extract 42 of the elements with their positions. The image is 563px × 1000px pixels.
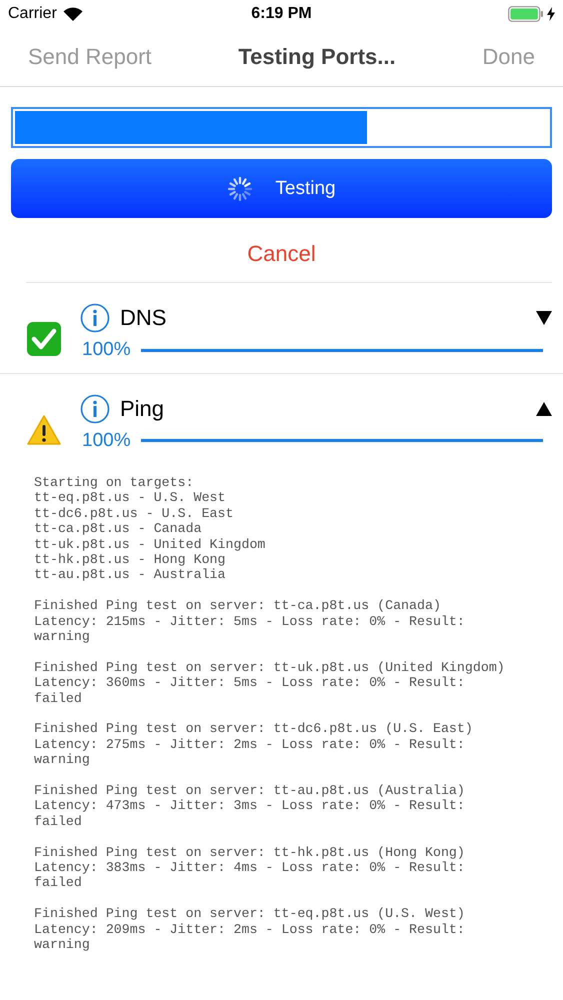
log-line: tt-hk.p8t.us - Hong Kong (34, 552, 226, 568)
collapse-triangle-icon[interactable] (535, 400, 553, 416)
log-line: tt-eq.p8t.us - U.S. West (34, 490, 226, 506)
cancel-button[interactable]: Cancel (241, 240, 322, 268)
clock-time: 6:19 PM (251, 5, 312, 23)
testing-button[interactable]: Testing (11, 159, 552, 218)
log-line: Latency: 473ms - Jitter: 3ms - Loss rate: 0% - Result: (34, 798, 465, 814)
log-line: failed (34, 814, 82, 830)
log-line: Finished Ping test on server: tt-ca.p8t.us (Canada) (34, 598, 441, 614)
log-line: warning (34, 629, 90, 644)
log-line: tt-au.p8t.us - Australia (34, 567, 226, 583)
log-line: Finished Ping test on server: tt-dc6.p8t.us (U.S. East) (34, 721, 473, 737)
log-line: tt-uk.p8t.us - United Kingdom (34, 536, 266, 552)
info-icon[interactable] (80, 303, 110, 333)
percent-label: 100% (82, 339, 131, 361)
check-icon (26, 321, 62, 357)
log-line: tt-ca.p8t.us - Canada (34, 521, 202, 537)
log-line: Finished Ping test on server: tt-hk.p8t.us (Hong Kong) (34, 844, 465, 860)
log-line: warning (34, 752, 90, 768)
test-name: DNS (120, 305, 168, 331)
charging-icon (547, 7, 555, 21)
log-line: Starting on targets: (34, 475, 194, 490)
log-line: tt-dc6.p8t.us - U.S. East (34, 506, 234, 522)
log-line: failed (34, 875, 82, 891)
expand-triangle-icon[interactable] (535, 310, 553, 326)
wifi-icon (62, 6, 83, 22)
log-line: Latency: 215ms - Jitter: 5ms - Loss rate: 0% - Result: (34, 614, 465, 630)
log-line: Latency: 383ms - Jitter: 4ms - Loss rate: 0% - Result: (34, 860, 465, 876)
log-line: failed (34, 690, 82, 706)
battery-icon (508, 6, 544, 22)
log-line: Latency: 360ms - Jitter: 5ms - Loss rate: 0% - Result: (34, 675, 465, 691)
log-line: Latency: 275ms - Jitter: 2ms - Loss rate: 0% - Result: (34, 736, 465, 752)
log-line: Finished Ping test on server: tt-eq.p8t.us (U.S. West) (34, 906, 465, 922)
log-line: Finished Ping test on server: tt-au.p8t.us (Australia) (34, 783, 465, 798)
log-line: warning (34, 937, 90, 952)
test-name: Ping (120, 396, 166, 422)
log-line: Latency: 209ms - Jitter: 2ms - Loss rate: 0% - Result: (34, 922, 465, 938)
info-icon[interactable] (80, 394, 110, 424)
percent-label: 100% (82, 430, 131, 452)
nav-title: Testing Ports... (238, 44, 396, 70)
carrier-label: Carrier (8, 5, 57, 23)
log-line: Finished Ping test on server: tt-uk.p8t.us (United Kingdom) (34, 660, 505, 676)
